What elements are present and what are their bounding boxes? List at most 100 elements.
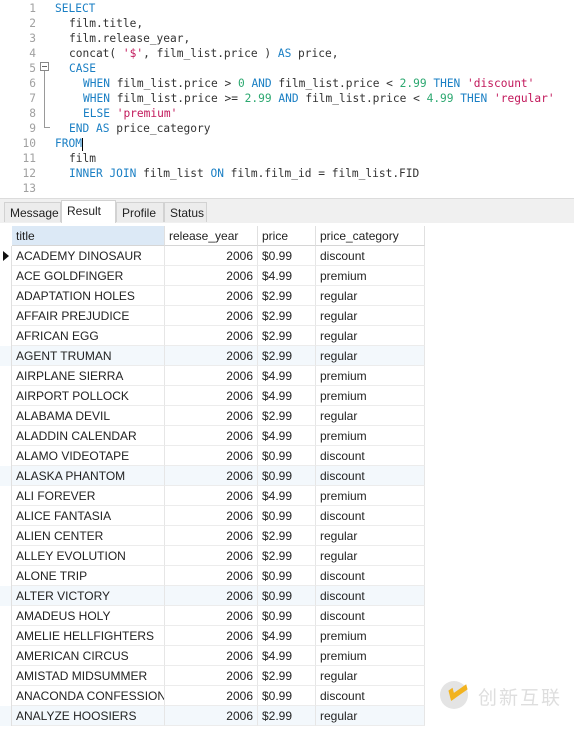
- cell-price[interactable]: $4.99: [258, 646, 316, 666]
- cell-title[interactable]: ALIEN CENTER: [12, 526, 165, 546]
- cell-title[interactable]: ALTER VICTORY: [12, 586, 165, 606]
- cell-price[interactable]: $2.99: [258, 326, 316, 346]
- cell-release-year[interactable]: 2006: [165, 546, 258, 566]
- table-row[interactable]: ALABAMA DEVIL 2006 $2.99 regular: [0, 406, 425, 426]
- cell-title[interactable]: AFFAIR PREJUDICE: [12, 306, 165, 326]
- cell-price[interactable]: $4.99: [258, 366, 316, 386]
- cell-title[interactable]: ALASKA PHANTOM: [12, 466, 165, 486]
- cell-price[interactable]: $2.99: [258, 706, 316, 726]
- table-row[interactable]: ALONE TRIP 2006 $0.99 discount: [0, 566, 425, 586]
- cell-price[interactable]: $4.99: [258, 626, 316, 646]
- table-row[interactable]: AFRICAN EGG 2006 $2.99 regular: [0, 326, 425, 346]
- tab-message[interactable]: Message: [4, 202, 61, 222]
- cell-title[interactable]: ALAMO VIDEOTAPE: [12, 446, 165, 466]
- row-indicator[interactable]: [0, 526, 12, 546]
- row-indicator[interactable]: [0, 306, 12, 326]
- cell-price[interactable]: $0.99: [258, 566, 316, 586]
- table-row[interactable]: ALASKA PHANTOM 2006 $0.99 discount: [0, 466, 425, 486]
- cell-release-year[interactable]: 2006: [165, 646, 258, 666]
- row-indicator[interactable]: [0, 366, 12, 386]
- table-row[interactable]: AMERICAN CIRCUS 2006 $4.99 premium: [0, 646, 425, 666]
- table-row[interactable]: ANALYZE HOOSIERS 2006 $2.99 regular: [0, 706, 425, 726]
- cell-title[interactable]: AMERICAN CIRCUS: [12, 646, 165, 666]
- cell-title[interactable]: ALI FOREVER: [12, 486, 165, 506]
- cell-price-category[interactable]: premium: [316, 366, 425, 386]
- cell-release-year[interactable]: 2006: [165, 246, 258, 266]
- cell-price[interactable]: $0.99: [258, 586, 316, 606]
- row-indicator[interactable]: [0, 686, 12, 706]
- cell-price[interactable]: $2.99: [258, 286, 316, 306]
- row-indicator[interactable]: [0, 646, 12, 666]
- cell-price-category[interactable]: regular: [316, 666, 425, 686]
- cell-title[interactable]: ANALYZE HOOSIERS: [12, 706, 165, 726]
- cell-release-year[interactable]: 2006: [165, 626, 258, 646]
- cell-price-category[interactable]: discount: [316, 586, 425, 606]
- table-row[interactable]: AIRPLANE SIERRA 2006 $4.99 premium: [0, 366, 425, 386]
- cell-release-year[interactable]: 2006: [165, 586, 258, 606]
- cell-price[interactable]: $0.99: [258, 446, 316, 466]
- cell-title[interactable]: ALLEY EVOLUTION: [12, 546, 165, 566]
- cell-price-category[interactable]: discount: [316, 466, 425, 486]
- table-row[interactable]: ALLEY EVOLUTION 2006 $2.99 regular: [0, 546, 425, 566]
- table-row[interactable]: ADAPTATION HOLES 2006 $2.99 regular: [0, 286, 425, 306]
- cell-price[interactable]: $2.99: [258, 346, 316, 366]
- cell-title[interactable]: ACE GOLDFINGER: [12, 266, 165, 286]
- column-header-price-category[interactable]: price_category: [316, 226, 425, 246]
- cell-release-year[interactable]: 2006: [165, 426, 258, 446]
- cell-release-year[interactable]: 2006: [165, 506, 258, 526]
- row-indicator[interactable]: [0, 266, 12, 286]
- row-indicator[interactable]: [0, 466, 12, 486]
- cell-title[interactable]: AMELIE HELLFIGHTERS: [12, 626, 165, 646]
- cell-price-category[interactable]: regular: [316, 706, 425, 726]
- cell-price[interactable]: $2.99: [258, 406, 316, 426]
- cell-title[interactable]: ALONE TRIP: [12, 566, 165, 586]
- row-indicator[interactable]: [0, 406, 12, 426]
- row-indicator[interactable]: [0, 586, 12, 606]
- cell-title[interactable]: ALICE FANTASIA: [12, 506, 165, 526]
- cell-price-category[interactable]: discount: [316, 606, 425, 626]
- cell-price-category[interactable]: premium: [316, 266, 425, 286]
- row-indicator[interactable]: [0, 346, 12, 366]
- table-row[interactable]: ALTER VICTORY 2006 $0.99 discount: [0, 586, 425, 606]
- cell-title[interactable]: AGENT TRUMAN: [12, 346, 165, 366]
- fold-toggle-icon[interactable]: [40, 62, 49, 71]
- cell-release-year[interactable]: 2006: [165, 346, 258, 366]
- cell-release-year[interactable]: 2006: [165, 406, 258, 426]
- cell-price-category[interactable]: regular: [316, 326, 425, 346]
- cell-price-category[interactable]: regular: [316, 546, 425, 566]
- cell-release-year[interactable]: 2006: [165, 486, 258, 506]
- cell-release-year[interactable]: 2006: [165, 686, 258, 706]
- cell-release-year[interactable]: 2006: [165, 266, 258, 286]
- row-indicator[interactable]: [0, 286, 12, 306]
- row-indicator[interactable]: [0, 626, 12, 646]
- row-indicator[interactable]: [0, 386, 12, 406]
- cell-price-category[interactable]: regular: [316, 346, 425, 366]
- table-row[interactable]: ACADEMY DINOSAUR 2006 $0.99 discount: [0, 246, 425, 266]
- cell-release-year[interactable]: 2006: [165, 466, 258, 486]
- cell-price[interactable]: $0.99: [258, 466, 316, 486]
- row-indicator[interactable]: [0, 606, 12, 626]
- tab-status[interactable]: Status: [164, 202, 207, 222]
- cell-price-category[interactable]: discount: [316, 566, 425, 586]
- cell-price[interactable]: $4.99: [258, 386, 316, 406]
- table-row[interactable]: ACE GOLDFINGER 2006 $4.99 premium: [0, 266, 425, 286]
- column-header-price[interactable]: price: [258, 226, 316, 246]
- column-header-release-year[interactable]: release_year: [165, 226, 258, 246]
- row-indicator[interactable]: [0, 246, 12, 266]
- table-row[interactable]: AIRPORT POLLOCK 2006 $4.99 premium: [0, 386, 425, 406]
- cell-title[interactable]: AMADEUS HOLY: [12, 606, 165, 626]
- cell-release-year[interactable]: 2006: [165, 366, 258, 386]
- cell-title[interactable]: AFRICAN EGG: [12, 326, 165, 346]
- cell-price[interactable]: $2.99: [258, 666, 316, 686]
- cell-price[interactable]: $4.99: [258, 486, 316, 506]
- cell-price-category[interactable]: discount: [316, 246, 425, 266]
- table-row[interactable]: AFFAIR PREJUDICE 2006 $2.99 regular: [0, 306, 425, 326]
- tab-profile[interactable]: Profile: [116, 202, 164, 222]
- cell-release-year[interactable]: 2006: [165, 306, 258, 326]
- cell-title[interactable]: ANACONDA CONFESSIONS: [12, 686, 165, 706]
- table-row[interactable]: ALI FOREVER 2006 $4.99 premium: [0, 486, 425, 506]
- row-indicator[interactable]: [0, 446, 12, 466]
- row-indicator[interactable]: [0, 486, 12, 506]
- cell-price-category[interactable]: premium: [316, 486, 425, 506]
- cell-title[interactable]: ALADDIN CALENDAR: [12, 426, 165, 446]
